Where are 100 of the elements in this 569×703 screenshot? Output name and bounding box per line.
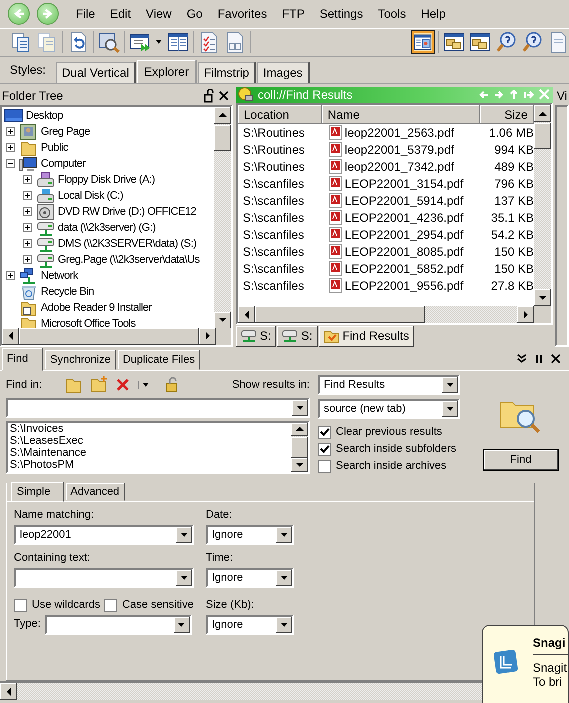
scrollbar[interactable] bbox=[2, 328, 216, 345]
menu-item[interactable]: Go bbox=[180, 4, 209, 24]
menu-item[interactable]: Tools bbox=[372, 4, 412, 24]
scroll-button[interactable] bbox=[517, 306, 534, 324]
toolbar-button[interactable] bbox=[495, 31, 517, 54]
panel-tab[interactable]: Find bbox=[2, 348, 44, 371]
tree-item[interactable]: Microsoft Office Tools bbox=[41, 318, 136, 328]
tree-item[interactable]: Local Disk (C:) bbox=[58, 190, 124, 202]
tree-item[interactable]: DMS (\\2K3SERVER\data) (S:) bbox=[58, 238, 197, 250]
menu-item[interactable]: File bbox=[70, 4, 102, 24]
tree-item[interactable]: Adobe Reader 9 Installer bbox=[41, 302, 152, 314]
list-item[interactable]: S:\LeasesExec bbox=[8, 434, 291, 448]
style-tab[interactable]: Explorer bbox=[137, 60, 198, 83]
dropdown[interactable]: Ignore bbox=[206, 524, 294, 545]
expand-toggle[interactable] bbox=[23, 207, 32, 216]
forward-button[interactable] bbox=[37, 2, 59, 25]
scrollbar[interactable] bbox=[291, 422, 308, 472]
pin-button[interactable] bbox=[203, 88, 215, 103]
scroll-button[interactable] bbox=[2, 328, 19, 345]
style-tab[interactable]: Filmstrip bbox=[198, 62, 256, 83]
scrollbar-thumb[interactable] bbox=[255, 306, 425, 324]
scroll-button[interactable] bbox=[214, 106, 231, 124]
pane-tab[interactable]: Find Results bbox=[318, 326, 414, 347]
tree-item[interactable]: Greg Page bbox=[41, 126, 90, 138]
scroll-button[interactable] bbox=[199, 328, 216, 345]
expand-toggle[interactable] bbox=[6, 271, 15, 280]
scrollbar-thumb[interactable] bbox=[19, 328, 199, 345]
scrollbar[interactable] bbox=[238, 306, 534, 324]
close-button[interactable] bbox=[551, 354, 561, 364]
style-tab[interactable]: Dual Vertical bbox=[56, 62, 136, 83]
expand-toggle[interactable] bbox=[6, 143, 15, 152]
menu-item[interactable]: View bbox=[140, 4, 178, 24]
dropdown[interactable]: Find Results bbox=[318, 374, 460, 395]
expand-toggle[interactable] bbox=[23, 255, 32, 264]
scrollbar[interactable] bbox=[534, 105, 551, 306]
tree-item[interactable]: Greg.Page (\\2k3server\data\Us bbox=[58, 254, 200, 266]
search-tab[interactable]: Simple bbox=[11, 482, 64, 502]
tree-item[interactable]: DVD RW Drive (D:) OFFICE12 bbox=[58, 206, 196, 218]
tree-item[interactable]: Desktop bbox=[26, 110, 64, 122]
scrollbar-thumb[interactable] bbox=[214, 124, 231, 151]
panel-tab[interactable]: Synchronize bbox=[45, 350, 116, 370]
scroll-button[interactable] bbox=[214, 312, 231, 329]
expand-toggle[interactable] bbox=[6, 159, 15, 168]
pane-tab[interactable]: S: bbox=[277, 326, 318, 347]
menu-item[interactable]: Edit bbox=[104, 4, 138, 24]
checkbox[interactable] bbox=[318, 460, 331, 473]
toolbar-button[interactable] bbox=[521, 31, 543, 54]
dropdown[interactable]: source (new tab) bbox=[318, 398, 460, 419]
toolbar-button[interactable] bbox=[443, 31, 465, 54]
scroll-button[interactable] bbox=[291, 422, 308, 436]
tree-item[interactable]: Floppy Disk Drive (A:) bbox=[58, 174, 156, 186]
checkbox[interactable] bbox=[14, 598, 27, 612]
tree-item[interactable]: Network bbox=[41, 270, 78, 282]
text-field[interactable] bbox=[14, 568, 194, 588]
tree-item[interactable]: data (\\2k3server) (G:) bbox=[58, 222, 156, 234]
back-button[interactable] bbox=[8, 2, 30, 25]
style-tab[interactable]: Images bbox=[257, 62, 310, 83]
pane-tab[interactable]: S: bbox=[236, 326, 276, 347]
list-item[interactable]: S:\PhotosPM bbox=[8, 459, 291, 472]
dropdown[interactable]: Ignore bbox=[206, 614, 294, 635]
menu-item[interactable]: Help bbox=[415, 4, 452, 24]
pause-button[interactable] bbox=[535, 354, 543, 364]
name-field[interactable]: leop22001 bbox=[14, 524, 194, 545]
expand-toggle[interactable] bbox=[23, 239, 32, 248]
column-header[interactable]: Name bbox=[322, 105, 480, 124]
dropdown-button[interactable] bbox=[138, 380, 150, 389]
menu-item[interactable]: Favorites bbox=[212, 4, 274, 24]
lock-button[interactable] bbox=[166, 376, 180, 393]
scroll-button[interactable] bbox=[534, 289, 551, 306]
checkbox[interactable] bbox=[318, 426, 331, 439]
scrollbar[interactable] bbox=[214, 106, 231, 329]
menu-item[interactable]: FTP bbox=[276, 4, 311, 24]
tree-item[interactable]: Computer bbox=[41, 158, 86, 170]
scroll-button[interactable] bbox=[0, 683, 17, 700]
list-item[interactable]: S:\Invoices bbox=[8, 422, 291, 435]
dropdown[interactable]: Ignore bbox=[206, 568, 294, 588]
search-tab[interactable]: Advanced bbox=[66, 482, 125, 501]
toolbar-button[interactable] bbox=[98, 31, 120, 54]
menu-item[interactable]: Settings bbox=[314, 4, 370, 24]
tree-item[interactable]: Public bbox=[41, 142, 68, 154]
type-field[interactable] bbox=[44, 614, 192, 635]
toolbar-button[interactable] bbox=[167, 31, 189, 54]
scroll-button[interactable] bbox=[534, 105, 551, 122]
toolbar-button[interactable] bbox=[412, 31, 434, 54]
collapse-button[interactable] bbox=[517, 354, 527, 364]
toolbar-button[interactable] bbox=[469, 31, 491, 54]
expand-toggle[interactable] bbox=[23, 223, 32, 232]
find-button[interactable]: Find bbox=[484, 450, 558, 470]
column-header[interactable]: Location bbox=[238, 105, 322, 124]
expand-toggle[interactable] bbox=[23, 175, 32, 184]
scroll-button[interactable] bbox=[238, 306, 255, 324]
scrollbar-thumb[interactable] bbox=[534, 123, 551, 150]
close-button[interactable] bbox=[219, 90, 229, 101]
checkbox[interactable] bbox=[104, 598, 118, 612]
dropdown-button[interactable] bbox=[155, 38, 163, 46]
expand-toggle[interactable] bbox=[23, 191, 32, 200]
list-item[interactable]: S:\Maintenance bbox=[8, 447, 291, 460]
expand-toggle[interactable] bbox=[6, 127, 15, 136]
tree-item[interactable]: Recycle Bin bbox=[41, 286, 94, 298]
path-field[interactable] bbox=[6, 398, 310, 418]
